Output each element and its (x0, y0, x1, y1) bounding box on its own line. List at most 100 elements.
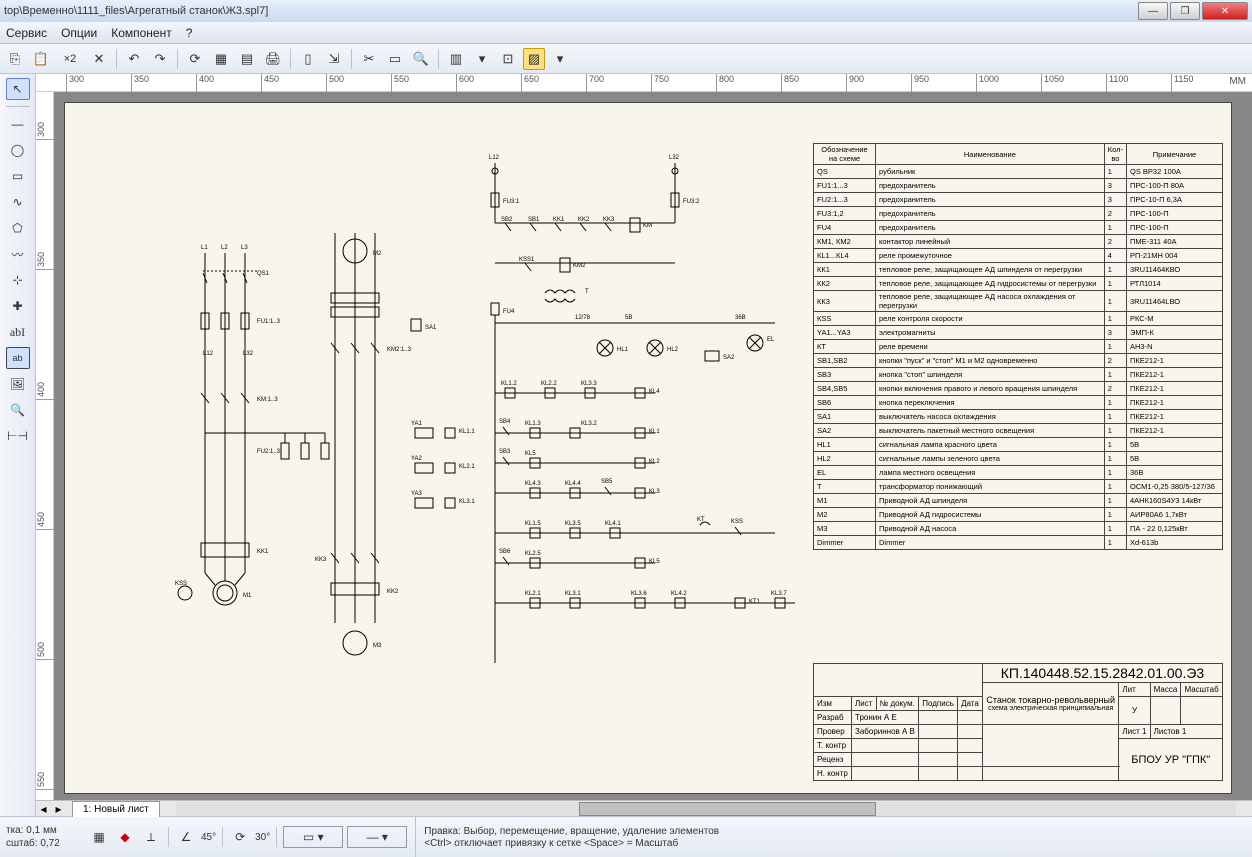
table-row: SB4,SB5кнопки включения правого и левого… (814, 382, 1223, 396)
table-row: КК3тепловое реле, защищающее АД насоса о… (814, 291, 1223, 312)
menu-component[interactable]: Компонент (111, 26, 172, 40)
menu-options[interactable]: Опции (61, 26, 97, 40)
svg-text:M3: M3 (373, 643, 382, 649)
grid-toggle-icon[interactable]: ▦ (88, 826, 110, 848)
svg-text:SB5: SB5 (601, 479, 613, 485)
text-tool-icon[interactable]: abI (6, 321, 30, 343)
dropdown2-icon[interactable]: ▾ (549, 48, 571, 70)
refresh-icon[interactable]: ⟳ (184, 48, 206, 70)
bottom-tab-bar: ◂▸ 1: Новый лист (36, 800, 1252, 816)
zoom-tool-icon[interactable]: 🔍 (6, 399, 30, 421)
svg-text:KL5: KL5 (525, 451, 536, 457)
svg-text:KM2:1..3: KM2:1..3 (387, 347, 412, 353)
linetype-dropdown-icon[interactable]: — ▾ (347, 826, 407, 848)
page-icon[interactable]: ▯ (297, 48, 319, 70)
svg-text:L12: L12 (489, 155, 500, 161)
svg-text:L1: L1 (201, 245, 208, 251)
table-row: DimmerDimmer1Xd-613b (814, 536, 1223, 550)
menu-help[interactable]: ? (186, 26, 193, 40)
table-row: М1Приводной АД шпинделя14АНК160S4У3 14кВ… (814, 494, 1223, 508)
redo-icon[interactable]: ↷ (149, 48, 171, 70)
svg-text:KSS: KSS (731, 519, 743, 525)
curve-tool-icon[interactable]: 〰 (6, 243, 30, 265)
rect-tool-icon[interactable]: ▭ (6, 165, 30, 187)
svg-text:FU1:1..3: FU1:1..3 (257, 319, 281, 325)
tab-next-icon[interactable]: ▸ (51, 798, 66, 820)
ellipse-tool-icon[interactable]: ◯ (6, 139, 30, 161)
form-icon[interactable]: ▭ (384, 48, 406, 70)
table-row: FU1:1...3предохранитель3ПРС-100-П 80А (814, 179, 1223, 193)
sheet-tab[interactable]: 1: Новый лист (72, 801, 160, 817)
svg-text:KL3.5: KL3.5 (565, 521, 581, 527)
menu-service[interactable]: Сервис (6, 26, 47, 40)
find-icon[interactable]: 🔍 (410, 48, 432, 70)
grid-icon[interactable]: ▦ (210, 48, 232, 70)
zoom-fit-icon[interactable]: ⊡ (497, 48, 519, 70)
svg-text:KSS: KSS (175, 581, 187, 587)
polyline-tool-icon[interactable]: ∿ (6, 191, 30, 213)
table-row: Tтрансформатор понижающий1ОСМ1-0,25 380/… (814, 480, 1223, 494)
window-title: top\Временно\1111_files\Агрегатный стано… (4, 5, 268, 17)
maximize-button[interactable]: ❐ (1170, 2, 1200, 20)
close-button[interactable]: ✕ (1202, 2, 1248, 20)
pointer-tool-icon[interactable]: ↖ (6, 78, 30, 100)
ortho-icon[interactable]: ⟂ (140, 826, 162, 848)
svg-text:SB6: SB6 (499, 549, 511, 555)
svg-text:KL1.5: KL1.5 (525, 521, 541, 527)
svg-text:KSS1: KSS1 (519, 257, 535, 263)
ruler-unit: ММ (1229, 76, 1246, 87)
svg-text:FU3:1: FU3:1 (503, 199, 520, 205)
table-row: SB1,SB2кнопки "пуск" и "стоп" М1 и М2 од… (814, 354, 1223, 368)
svg-text:KL2.1: KL2.1 (459, 464, 475, 470)
cross-tool-icon[interactable]: ✚ (6, 295, 30, 317)
status-hint-2: <Ctrl> отключает привязку к сетке <Space… (424, 838, 1244, 849)
line-tool-icon[interactable]: — (6, 113, 30, 135)
list-icon[interactable]: ▥ (445, 48, 467, 70)
table-row: SB6кнопка переключения1ПКЕ212-1 (814, 396, 1223, 410)
table-row: YA1...YA3электромагниты3ЭМП-К (814, 326, 1223, 340)
svg-text:KK2: KK2 (578, 217, 590, 223)
layers-icon[interactable]: ▤ (236, 48, 258, 70)
minimize-button[interactable]: — (1138, 2, 1168, 20)
layer-dropdown-icon[interactable]: ▭ ▾ (283, 826, 343, 848)
canvas[interactable]: L1 L2 L3 QS1 FU1:1..3 L12L32 (54, 92, 1252, 800)
svg-text:KL4: KL4 (649, 389, 660, 395)
table-row: КК1тепловое реле, защищающее АД шпинделя… (814, 263, 1223, 277)
cut-region-icon[interactable]: ✂ (358, 48, 380, 70)
svg-text:L3: L3 (241, 245, 248, 251)
status-scale: сштаб: 0,72 (6, 838, 74, 849)
svg-text:M2: M2 (373, 251, 382, 257)
toolbar: ⎘ 📋 ×2 ✕ ↶ ↷ ⟳ ▦ ▤ 🖨 ▯ ⇲ ✂ ▭ 🔍 ▥ ▾ ⊡ ▨ ▾ (0, 44, 1252, 74)
svg-text:KK3: KK3 (603, 217, 615, 223)
header-name: Наименование (876, 144, 1105, 165)
table-row: КL1...КL4реле промежуточное4РП-21МН 004 (814, 249, 1223, 263)
polygon-tool-icon[interactable]: ⬠ (6, 217, 30, 239)
dropdown-icon[interactable]: ▾ (471, 48, 493, 70)
paste-icon[interactable]: 📋 (30, 48, 52, 70)
export-icon[interactable]: ⇲ (323, 48, 345, 70)
svg-text:M1: M1 (243, 593, 252, 599)
svg-text:KL3.1: KL3.1 (565, 591, 581, 597)
undo-icon[interactable]: ↶ (123, 48, 145, 70)
snap-icon[interactable]: ◆ (114, 826, 136, 848)
dimension-tool-icon[interactable]: ⊢⊣ (6, 425, 30, 447)
rotate-icon[interactable]: ⟳ (229, 826, 251, 848)
horizontal-scrollbar[interactable] (176, 802, 1236, 816)
table-row: КК2тепловое реле, защищающее АД гидросис… (814, 277, 1223, 291)
textbox-tool-icon[interactable]: ab (6, 347, 30, 369)
angle-icon[interactable]: ∠ (175, 826, 197, 848)
image-tool-icon[interactable]: 🖼 (6, 373, 30, 395)
table-row: HL2сигнальные лампы зеленого цвета15В (814, 452, 1223, 466)
titlebar: top\Временно\1111_files\Агрегатный стано… (0, 0, 1252, 22)
svg-text:12/78: 12/78 (575, 315, 591, 321)
scale-x2[interactable]: ×2 (56, 48, 84, 70)
highlight-icon[interactable]: ▨ (523, 48, 545, 70)
delete-icon[interactable]: ✕ (88, 48, 110, 70)
print-icon[interactable]: 🖨 (262, 48, 284, 70)
node-tool-icon[interactable]: ⊹ (6, 269, 30, 291)
svg-text:SB2: SB2 (501, 217, 513, 223)
copy-icon[interactable]: ⎘ (4, 48, 26, 70)
tab-prev-icon[interactable]: ◂ (36, 798, 51, 820)
svg-text:KL1: KL1 (649, 429, 660, 435)
svg-text:KL2: KL2 (649, 459, 660, 465)
